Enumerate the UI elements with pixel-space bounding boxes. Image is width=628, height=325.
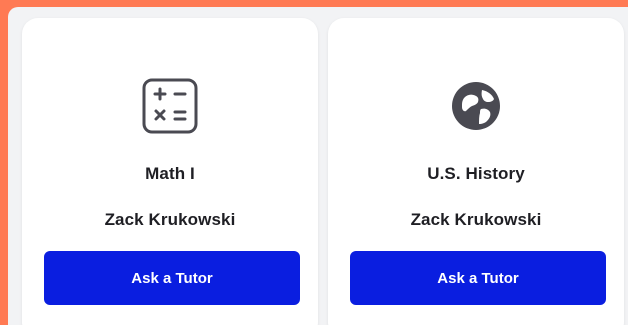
subject-title: Math I <box>145 164 195 183</box>
ask-a-tutor-button[interactable]: Ask a Tutor <box>350 251 606 305</box>
course-card-us-history: U.S. History Zack Krukowski Ask a Tutor <box>328 18 624 325</box>
calculator-icon <box>142 78 198 134</box>
subject-title: U.S. History <box>427 164 525 183</box>
course-card-math: Math I Zack Krukowski Ask a Tutor <box>22 18 318 325</box>
page-stage: Math I Zack Krukowski Ask a Tutor U.S. H… <box>0 0 628 325</box>
ask-a-tutor-button[interactable]: Ask a Tutor <box>44 251 300 305</box>
globe-icon <box>448 78 504 134</box>
tutor-name: Zack Krukowski <box>104 210 236 229</box>
tutor-name: Zack Krukowski <box>410 210 542 229</box>
